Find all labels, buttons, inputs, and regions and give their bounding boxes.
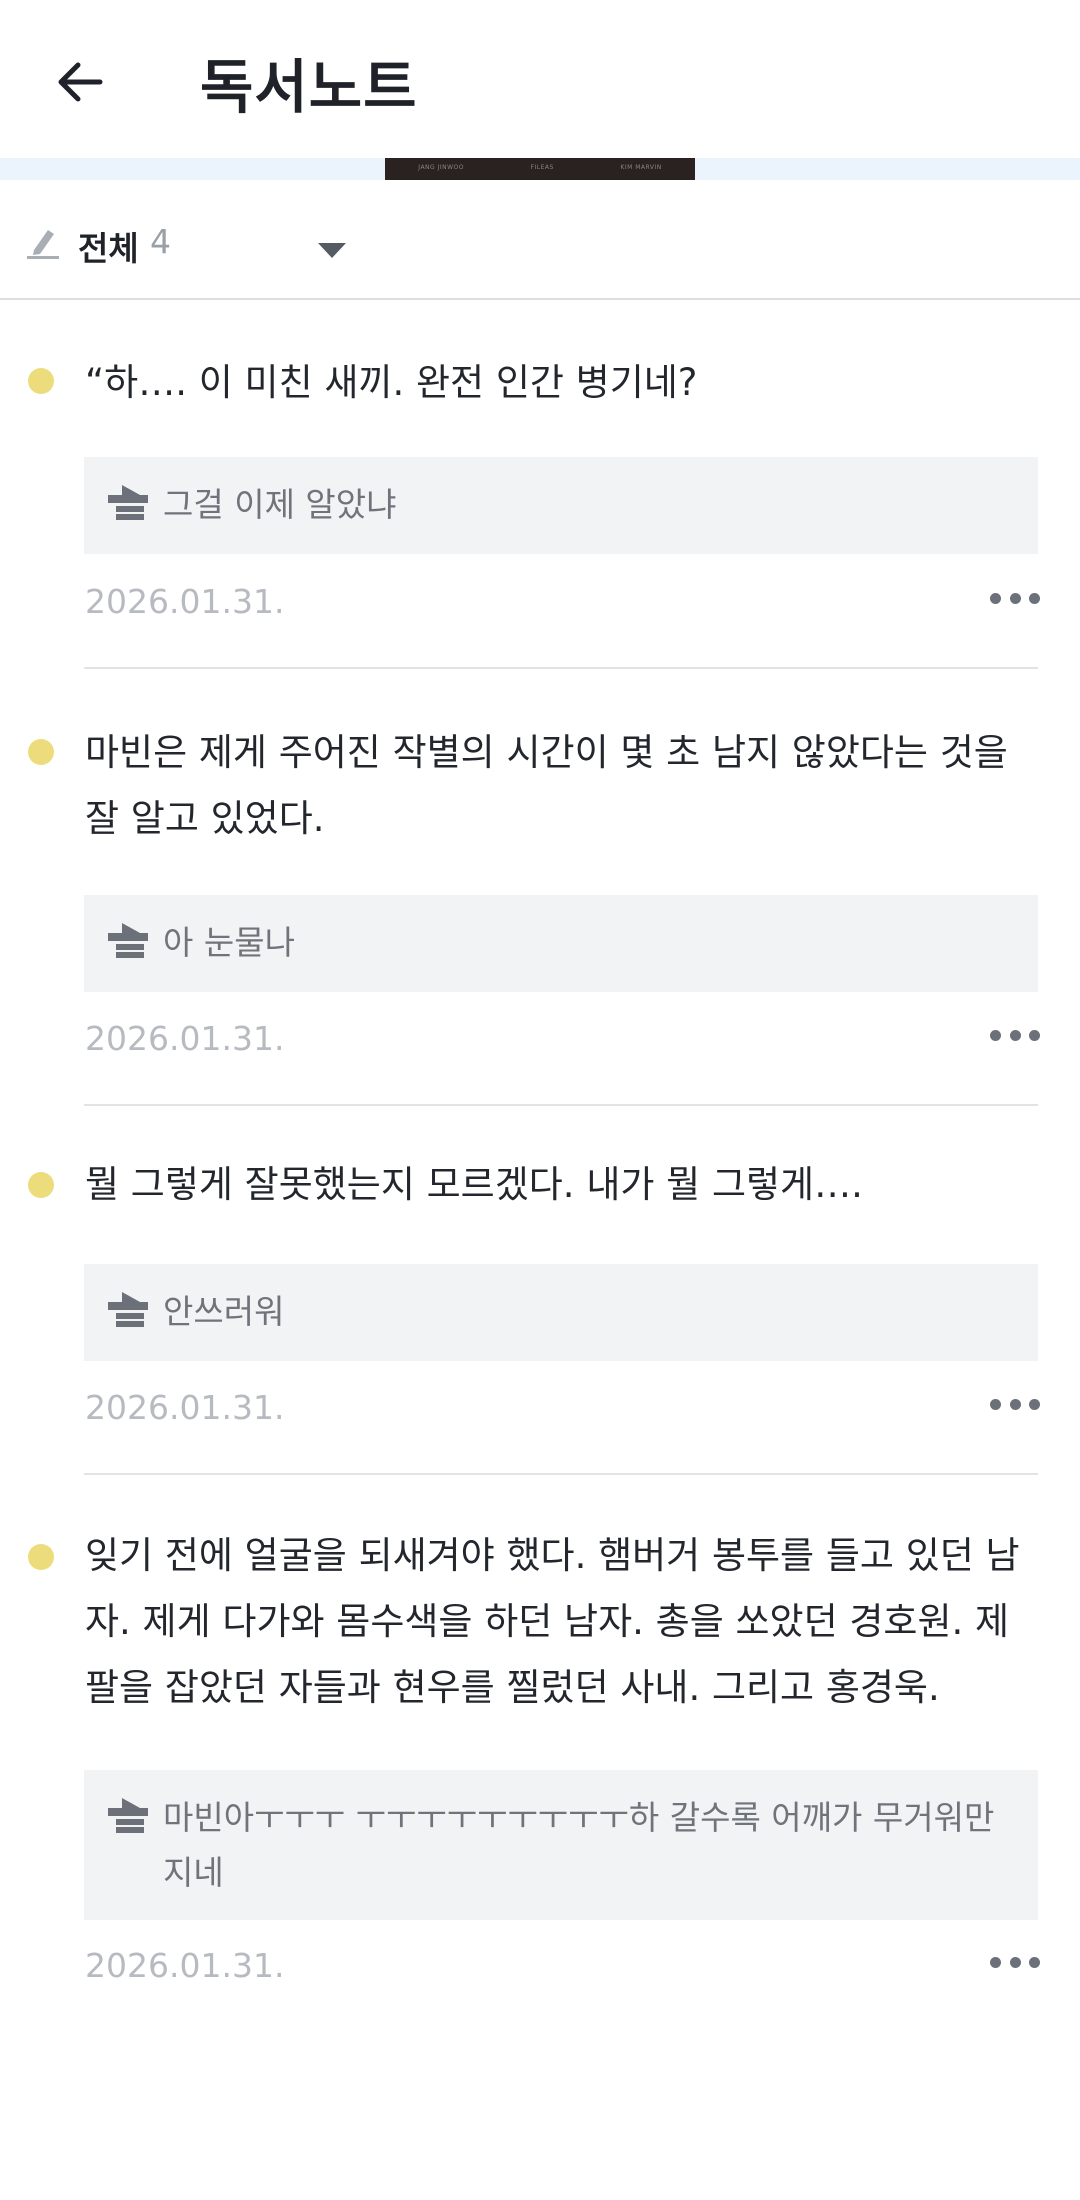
memo-text: 안쓰러워 xyxy=(163,1292,285,1331)
memo-text: 아 눈물나 xyxy=(163,923,295,962)
note-quote[interactable]: “하…. 이 미친 새끼. 완전 인간 병기네? xyxy=(85,350,1035,416)
book-cover-image: JANG JINWOO FILEAS KIM MARVIN xyxy=(385,158,695,180)
memo-icon xyxy=(108,1292,148,1327)
page-title: 독서노트 xyxy=(200,53,418,121)
divider xyxy=(84,667,1038,669)
top-app-bar: 독서노트 xyxy=(0,0,1080,158)
memo-box[interactable]: 마빈아ㅜㅜㅜ ㅜㅜㅜㅜㅜㅜㅜㅜㅜ하 갈수록 어깨가 무거워만지네 xyxy=(84,1770,1038,1920)
back-arrow-icon xyxy=(58,62,103,102)
note-date: 2026.01.31. xyxy=(85,1019,285,1058)
note-date: 2026.01.31. xyxy=(85,1388,285,1427)
dot-icon xyxy=(1009,1398,1021,1410)
highlight-dot xyxy=(28,739,54,765)
note-quote[interactable]: 마빈은 제게 주어진 작별의 시간이 몇 초 남지 않았다는 것을 잘 알고 있… xyxy=(85,720,1035,852)
dot-icon xyxy=(990,1398,1001,1410)
more-options-button[interactable] xyxy=(990,1020,1040,1050)
dot-icon xyxy=(1029,1029,1040,1041)
note-quote[interactable]: 뭘 그렇게 잘못했는지 모르겠다. 내가 뭘 그렇게…. xyxy=(85,1152,1035,1218)
cover-credit: JANG JINWOO xyxy=(418,164,464,171)
memo-text: 그걸 이제 알았냐 xyxy=(163,485,397,524)
dot-icon xyxy=(1009,1029,1021,1041)
highlight-dot xyxy=(28,1544,54,1570)
highlight-dot xyxy=(28,368,54,394)
dot-icon xyxy=(1029,1956,1040,1968)
divider xyxy=(84,1104,1038,1106)
more-options-button[interactable] xyxy=(990,1947,1040,1977)
filter-label: 전체 xyxy=(78,229,139,268)
dot-icon xyxy=(1009,1956,1021,1968)
memo-box[interactable]: 아 눈물나 xyxy=(84,895,1038,992)
cover-credits: JANG JINWOO FILEAS KIM MARVIN xyxy=(385,164,695,171)
note-date: 2026.01.31. xyxy=(85,1946,285,1985)
more-options-button[interactable] xyxy=(990,1389,1040,1419)
note-quote[interactable]: 잊기 전에 얼굴을 되새겨야 했다. 햄버거 봉투를 들고 있던 남자. 제게 … xyxy=(85,1523,1035,1721)
memo-icon xyxy=(108,1798,148,1833)
filter-count: 4 xyxy=(150,222,171,261)
highlight-dot xyxy=(28,1172,54,1198)
dot-icon xyxy=(990,1956,1001,1968)
pencil-icon xyxy=(27,230,59,259)
dropdown-caret-icon[interactable] xyxy=(318,243,346,258)
dot-icon xyxy=(990,1029,1001,1041)
memo-text: 마빈아ㅜㅜㅜ ㅜㅜㅜㅜㅜㅜㅜㅜㅜ하 갈수록 어깨가 무거워만지네 xyxy=(163,1798,995,1892)
back-button[interactable] xyxy=(44,46,116,118)
divider xyxy=(84,1473,1038,1475)
cover-credit: FILEAS xyxy=(530,164,554,171)
note-date: 2026.01.31. xyxy=(85,582,285,621)
memo-icon xyxy=(108,485,148,520)
memo-icon xyxy=(108,923,148,958)
dot-icon xyxy=(1009,592,1021,604)
filter-bar[interactable]: 전체 4 xyxy=(0,180,1080,300)
cover-credit: KIM MARVIN xyxy=(620,164,662,171)
dot-icon xyxy=(1029,1398,1040,1410)
dot-icon xyxy=(990,592,1001,604)
dot-icon xyxy=(1029,592,1040,604)
memo-box[interactable]: 안쓰러워 xyxy=(84,1264,1038,1361)
memo-box[interactable]: 그걸 이제 알았냐 xyxy=(84,457,1038,554)
more-options-button[interactable] xyxy=(990,583,1040,613)
